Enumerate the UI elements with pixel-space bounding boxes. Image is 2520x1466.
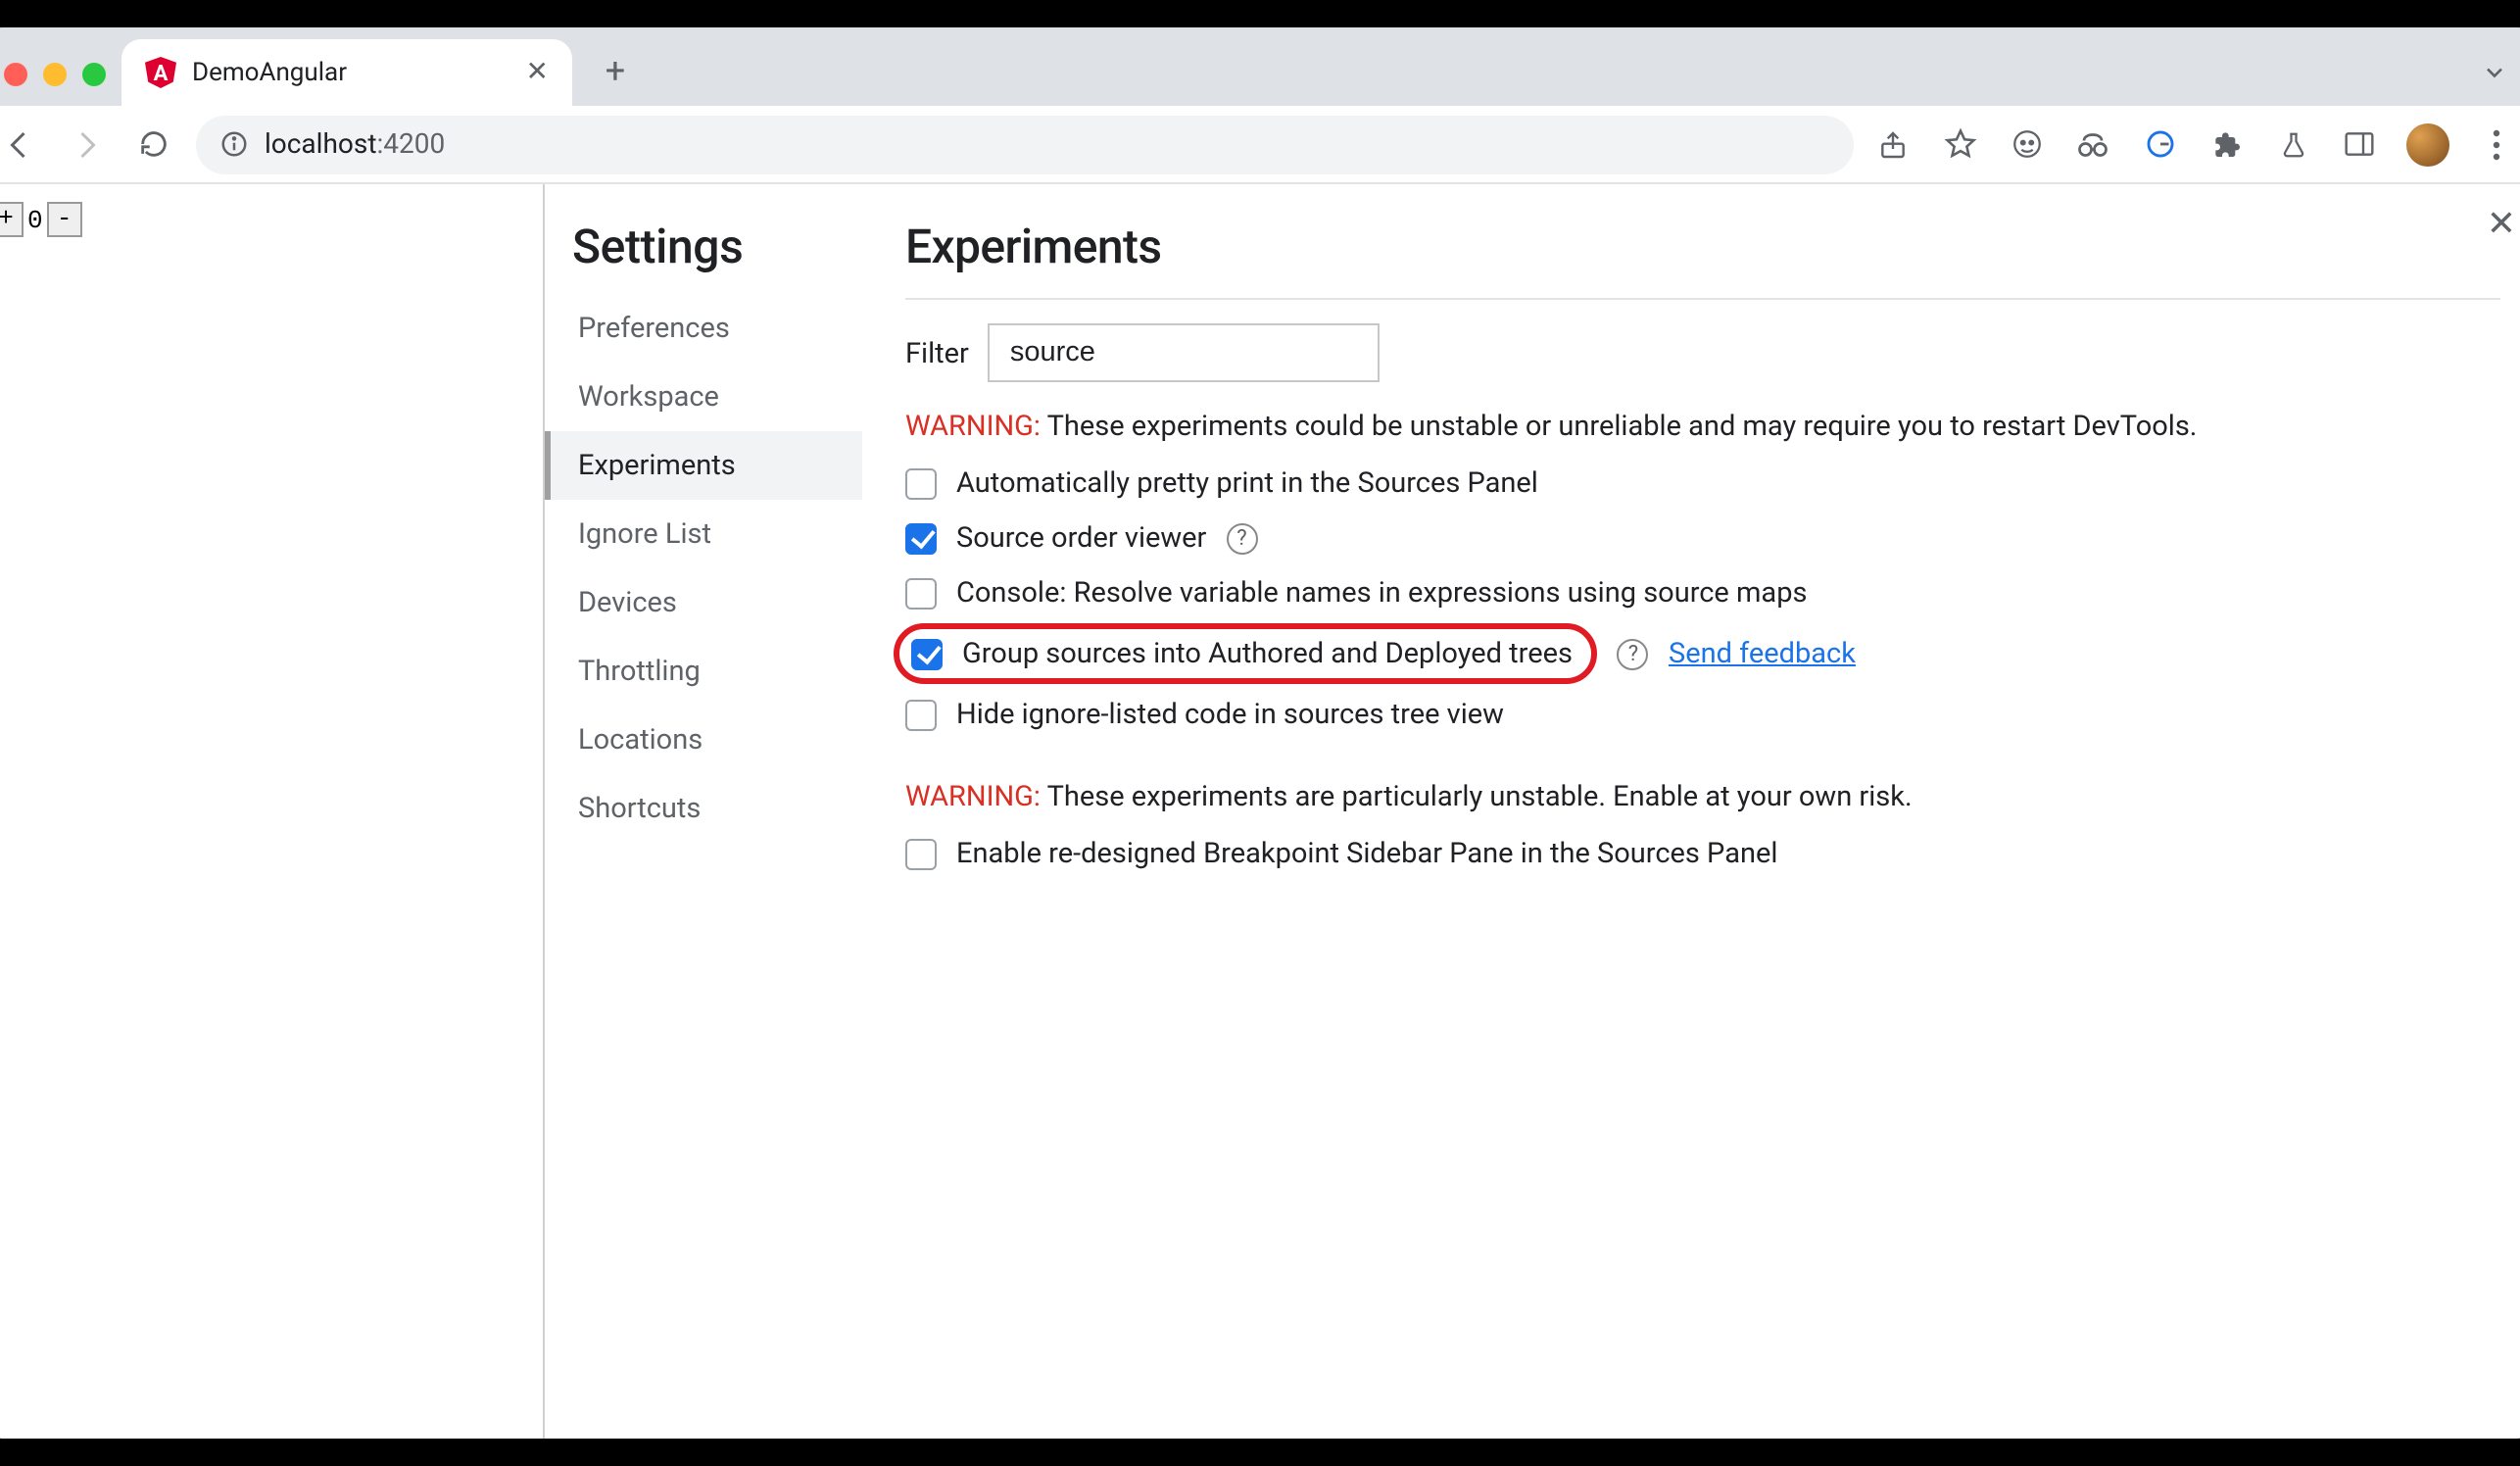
close-tab-button[interactable]: ✕	[526, 57, 549, 88]
send-feedback-link[interactable]: Send feedback	[1669, 637, 1856, 670]
extension-g-icon[interactable]	[2140, 124, 2179, 164]
extensions-puzzle-icon[interactable]	[2206, 124, 2246, 164]
filter-row: Filter	[905, 323, 2500, 382]
experiment-group-sources: Group sources into Authored and Deployed…	[905, 631, 2500, 676]
new-tab-button[interactable]: +	[588, 43, 643, 98]
experiment-label: Source order viewer	[956, 521, 1206, 555]
sidebar-item-experiments[interactable]: Experiments	[545, 431, 862, 500]
browser-window: A DemoAngular ✕ +	[0, 27, 2520, 1439]
filter-label: Filter	[905, 336, 969, 369]
site-info-icon[interactable]	[219, 129, 249, 159]
counter-value: 0	[24, 205, 47, 234]
settings-heading: Settings	[572, 220, 862, 274]
checkbox-breakpoint-sidebar[interactable]	[905, 838, 937, 869]
warning-prefix: WARNING:	[905, 410, 1041, 443]
devtools-settings-panel: ✕ Settings Preferences Workspace Experim…	[545, 184, 2520, 1439]
sidebar-item-throttling[interactable]: Throttling	[545, 637, 862, 706]
experiment-source-order-viewer: Source order viewer ?	[905, 521, 2500, 555]
angular-favicon-icon: A	[145, 57, 176, 88]
share-icon[interactable]	[1873, 124, 1913, 164]
toolbar-actions	[1873, 122, 2520, 166]
url-host: localhost	[265, 128, 377, 160]
close-settings-button[interactable]: ✕	[2487, 204, 2516, 245]
counter-widget: + 0 -	[0, 202, 82, 237]
help-icon[interactable]: ?	[1226, 522, 1257, 554]
experiment-label: Hide ignore-listed code in sources tree …	[956, 698, 1504, 731]
bookmark-star-icon[interactable]	[1940, 124, 1979, 164]
highlighted-experiment: Group sources into Authored and Deployed…	[894, 623, 1598, 684]
forward-button[interactable]	[63, 121, 110, 168]
sidebar-item-shortcuts[interactable]: Shortcuts	[545, 774, 862, 843]
experiment-pretty-print: Automatically pretty print in the Source…	[905, 466, 2500, 500]
checkbox-group-sources[interactable]	[911, 638, 943, 669]
warning-unstable: WARNING: These experiments could be unst…	[905, 410, 2500, 443]
settings-sidebar: Settings Preferences Workspace Experimen…	[545, 184, 862, 1439]
tab-title: DemoAngular	[192, 58, 347, 87]
address-bar[interactable]: localhost:4200	[196, 115, 1854, 173]
profile-avatar[interactable]	[2406, 122, 2449, 166]
sidebar-item-workspace[interactable]: Workspace	[545, 363, 862, 431]
experiment-hide-ignore-listed: Hide ignore-listed code in sources tree …	[905, 698, 2500, 731]
warning-text: These experiments could be unstable or u…	[1041, 410, 2198, 443]
warning-particularly-unstable: WARNING: These experiments are particula…	[905, 780, 2500, 813]
filter-input[interactable]	[989, 323, 1381, 382]
reload-button[interactable]	[129, 121, 176, 168]
sidebar-item-ignore-list[interactable]: Ignore List	[545, 500, 862, 568]
experiment-label: Console: Resolve variable names in expre…	[956, 576, 1807, 610]
checkbox-source-order[interactable]	[905, 522, 937, 554]
checkbox-pretty-print[interactable]	[905, 467, 937, 499]
warning-text: These experiments are particularly unsta…	[1041, 780, 1913, 813]
warning-prefix: WARNING:	[905, 780, 1041, 813]
sidebar-item-preferences[interactable]: Preferences	[545, 294, 862, 363]
settings-content: Experiments Filter WARNING: These experi…	[862, 184, 2520, 1439]
experiment-label: Group sources into Authored and Deployed…	[962, 637, 1573, 670]
sidebar-item-devices[interactable]: Devices	[545, 568, 862, 637]
kebab-menu-icon[interactable]	[2477, 124, 2516, 164]
labs-flask-icon[interactable]	[2273, 124, 2312, 164]
sidebar-item-locations[interactable]: Locations	[545, 706, 862, 774]
url-port: :4200	[377, 128, 446, 160]
maximize-window-button[interactable]	[82, 63, 106, 86]
browser-tab[interactable]: A DemoAngular ✕	[121, 39, 572, 106]
page-content: + 0 - ✕ Settings Preferences Workspace E…	[0, 184, 2520, 1439]
browser-toolbar: localhost:4200	[0, 106, 2520, 184]
divider	[905, 298, 2500, 300]
side-panel-icon[interactable]	[2340, 124, 2379, 164]
app-pane: + 0 -	[0, 184, 545, 1439]
experiments-heading: Experiments	[905, 220, 2500, 274]
experiment-console-resolve-vars: Console: Resolve variable names in expre…	[905, 576, 2500, 610]
back-button[interactable]	[0, 121, 43, 168]
minimize-window-button[interactable]	[43, 63, 67, 86]
window-controls	[0, 63, 121, 106]
experiment-label: Enable re-designed Breakpoint Sidebar Pa…	[956, 837, 1777, 870]
experiment-label: Automatically pretty print in the Source…	[956, 466, 1538, 500]
tab-strip: A DemoAngular ✕ +	[0, 27, 2520, 106]
extension-goggles-icon[interactable]	[2073, 124, 2112, 164]
checkbox-hide-ignored[interactable]	[905, 699, 937, 730]
experiment-breakpoint-sidebar: Enable re-designed Breakpoint Sidebar Pa…	[905, 837, 2500, 870]
help-icon[interactable]: ?	[1618, 638, 1649, 669]
decrement-button[interactable]: -	[47, 202, 82, 237]
increment-button[interactable]: +	[0, 202, 24, 237]
close-window-button[interactable]	[4, 63, 27, 86]
checkbox-console-resolve[interactable]	[905, 577, 937, 609]
window-dropdown-button[interactable]	[2481, 59, 2520, 106]
incognito-icon[interactable]	[2007, 124, 2046, 164]
